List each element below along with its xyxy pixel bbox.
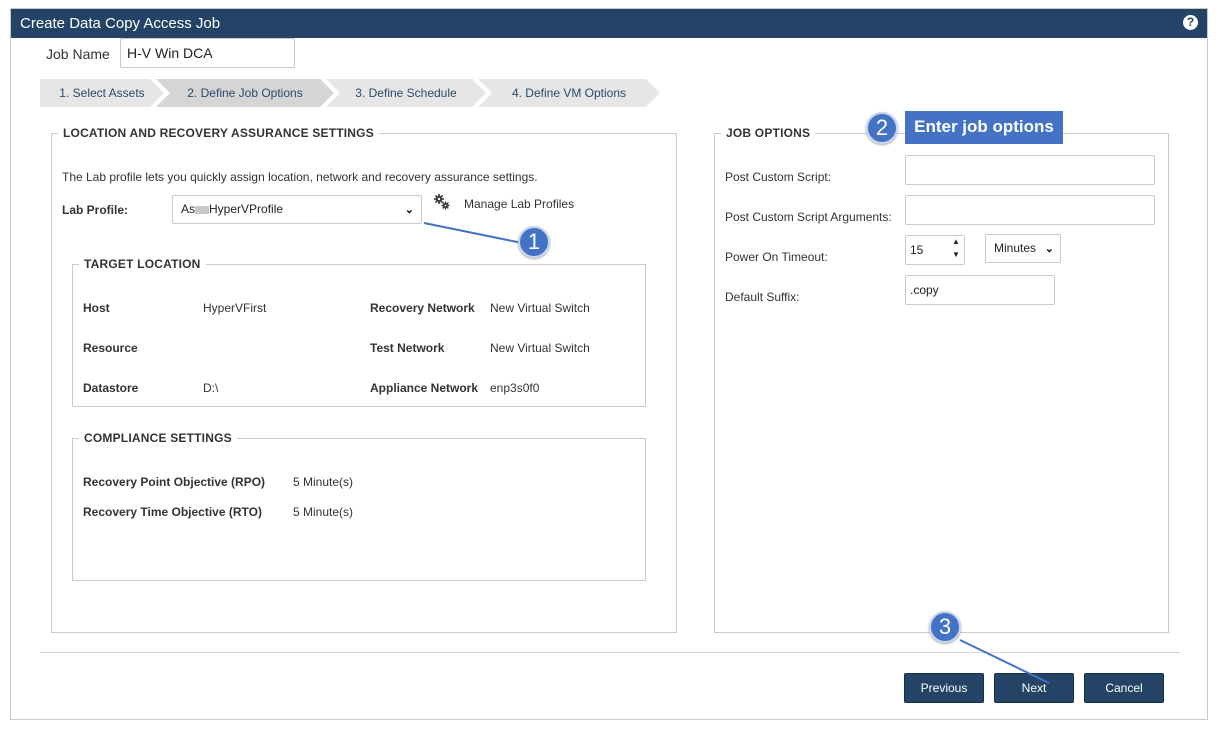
callout-badge-2: 2 — [866, 112, 898, 144]
callout-badge-1: 1 — [518, 226, 550, 258]
callout-label-enter-job-options: Enter job options — [905, 111, 1063, 144]
callout-badge-3: 3 — [929, 611, 961, 643]
callout-line-3 — [959, 639, 1050, 684]
callout-line-1 — [423, 222, 533, 246]
